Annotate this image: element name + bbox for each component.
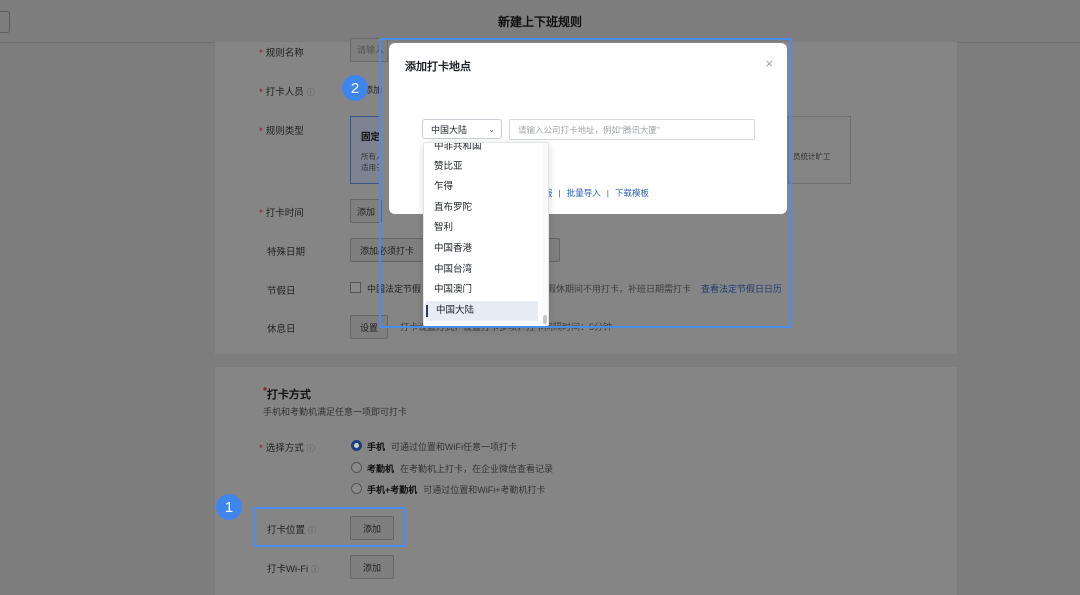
- wifi-label: 打卡Wi-Fi ⓘ: [267, 564, 320, 575]
- rest-day-label: 休息日: [267, 324, 296, 335]
- rule-type-fixed-card[interactable]: 固定上 所有人适用于: [350, 116, 380, 184]
- method-machine-option[interactable]: 考勤机 在考勤机上打卡，在企业微信查看记录: [367, 462, 553, 475]
- checkin-section-title: *打卡方式: [263, 386, 311, 401]
- rule-type-free-card[interactable]: 员统计旷工: [788, 116, 851, 184]
- top-bar: 新建上下班规则: [0, 0, 1080, 43]
- step-badge-1: 1: [216, 494, 242, 520]
- method-phone-radio[interactable]: [351, 440, 362, 451]
- highlight-modal: [379, 38, 792, 328]
- method-both-option[interactable]: 手机+考勤机 可通过位置和WiFi+考勤机打卡: [367, 483, 546, 496]
- holiday-checkbox[interactable]: [350, 282, 361, 293]
- method-label: * 选择方式 ⓘ: [259, 443, 315, 454]
- members-label: * 打卡人员 ⓘ: [259, 87, 315, 98]
- step-badge-2: 2: [342, 75, 368, 101]
- checkin-section-subtitle: 手机和考勤机满足任意一项即可打卡: [263, 407, 408, 417]
- page-title: 新建上下班规则: [497, 15, 582, 29]
- wifi-add-button[interactable]: 添加: [350, 555, 394, 579]
- method-machine-radio[interactable]: [351, 462, 362, 473]
- clock-time-add-button[interactable]: 添加: [350, 199, 382, 223]
- holiday-label: 节假日: [267, 286, 296, 297]
- rule-type-label: * 规则类型: [259, 126, 304, 137]
- clock-time-label: * 打卡时间: [259, 208, 304, 219]
- method-phone-option[interactable]: 手机 可通过位置和WiFi任意一项打卡: [367, 440, 517, 453]
- info-icon: ⓘ: [311, 565, 320, 574]
- checkin-method-panel: [215, 367, 957, 595]
- info-icon: ⓘ: [306, 88, 315, 97]
- rule-name-label: * 规则名称: [259, 48, 304, 59]
- method-both-radio[interactable]: [351, 483, 362, 494]
- info-icon: ⓘ: [306, 444, 315, 453]
- highlight-location-row: [253, 507, 405, 547]
- special-date-label: 特殊日期: [267, 247, 306, 258]
